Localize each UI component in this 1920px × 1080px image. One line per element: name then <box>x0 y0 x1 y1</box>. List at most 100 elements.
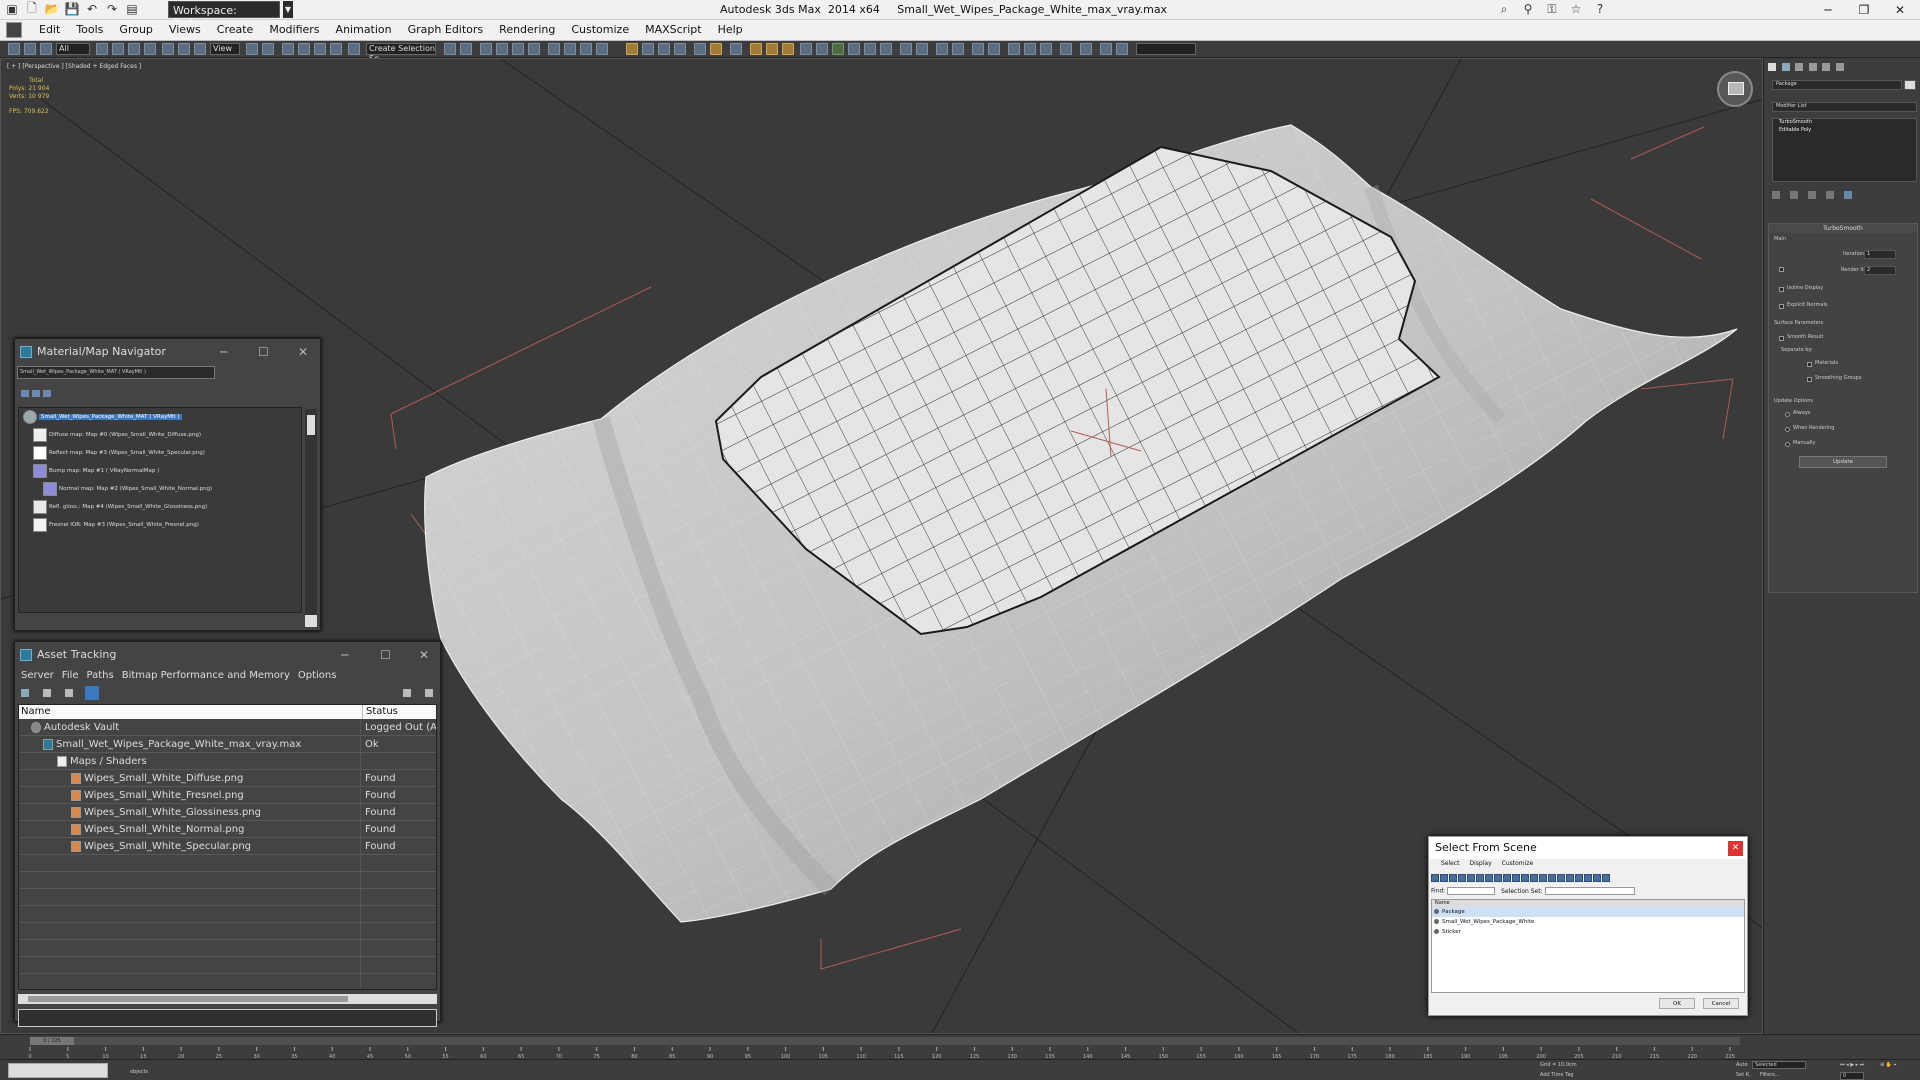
key-icon[interactable]: ⚿ <box>1544 1 1560 17</box>
render-icon[interactable] <box>596 43 608 55</box>
hierarchy-tab-icon[interactable] <box>1795 63 1803 71</box>
window-titlebar[interactable]: Material/Map Navigator ─ ☐ ✕ <box>15 339 320 365</box>
show-end-result-icon[interactable] <box>1790 191 1798 199</box>
isoline-checkbox[interactable] <box>1779 287 1784 292</box>
vray-proxy-icon[interactable] <box>674 43 686 55</box>
vray-exporter-icon[interactable] <box>952 43 964 55</box>
menu-rendering[interactable]: Rendering <box>492 23 564 36</box>
display-hidden-icon[interactable] <box>1530 874 1538 882</box>
display-helpers-icon[interactable] <box>1467 874 1475 882</box>
display-frozen-icon[interactable] <box>1521 874 1529 882</box>
display-groups-icon[interactable] <box>1485 874 1493 882</box>
make-unique-icon[interactable] <box>1808 191 1816 199</box>
menu-create[interactable]: Create <box>210 23 263 36</box>
save-icon[interactable]: 💾 <box>64 1 80 17</box>
menu-views[interactable]: Views <box>162 23 210 36</box>
list-item[interactable]: Small_Wet_Wipes_Package_White <box>1432 917 1744 927</box>
navigator-scrollbar[interactable] <box>305 409 317 627</box>
menu-group[interactable]: Group <box>112 23 162 36</box>
tree-item-map[interactable]: Reflect map: Map #3 (Wipes_Small_White_S… <box>33 444 205 462</box>
redo-icon[interactable]: ↷ <box>104 1 120 17</box>
explicit-normals-checkbox[interactable] <box>1779 304 1784 309</box>
vray-sun-icon[interactable] <box>710 43 722 55</box>
scene-object-list[interactable]: Name Package Small_Wet_Wipes_Package_Whi… <box>1431 899 1745 993</box>
horizontal-scrollbar[interactable] <box>18 994 437 1004</box>
select-manipulate-icon[interactable] <box>262 43 274 55</box>
modifier-stack[interactable]: TurboSmooth Editable Poly <box>1772 118 1917 182</box>
options-icon[interactable] <box>425 689 433 697</box>
checkout-icon[interactable] <box>43 689 51 697</box>
asset-table[interactable]: Name Status Autodesk Vault Logged Out (A s… <box>18 704 437 990</box>
vray-material-icon[interactable] <box>658 43 670 55</box>
column-name[interactable]: Name <box>21 705 51 719</box>
update-button[interactable]: Update <box>1799 456 1887 468</box>
vray-frame-buffer-icon[interactable] <box>642 43 654 55</box>
tree-item-map[interactable]: Normal map: Map #2 (Wipes_Small_White_No… <box>43 480 212 498</box>
minimize-icon[interactable]: ─ <box>341 642 348 668</box>
set-key-button[interactable]: Set K. <box>1736 1072 1751 1078</box>
column-status[interactable]: Status <box>362 705 398 719</box>
display-shapes-icon[interactable] <box>1440 874 1448 882</box>
modify-tab-icon[interactable] <box>1781 63 1790 71</box>
configure-sets-icon[interactable] <box>1844 191 1852 199</box>
view-list-icon[interactable] <box>21 390 29 397</box>
view-icons-icon[interactable] <box>32 390 40 397</box>
schematic-view-icon[interactable] <box>528 43 540 55</box>
select-none-icon[interactable] <box>1575 874 1583 882</box>
chevron-down-icon[interactable]: ▼ <box>283 1 293 18</box>
display-cameras-icon[interactable] <box>1458 874 1466 882</box>
vray-icon[interactable] <box>626 43 638 55</box>
always-radio[interactable] <box>1785 412 1790 417</box>
render-setup-icon[interactable] <box>564 43 576 55</box>
pin-stack-icon[interactable] <box>1772 191 1780 199</box>
display-containers-icon[interactable] <box>1512 874 1520 882</box>
tree-item-root-material[interactable]: Small_Wet_Wipes_Package_White_MAT ( VRay… <box>23 408 182 426</box>
vray-dome-icon[interactable] <box>782 43 794 55</box>
table-row[interactable]: Maps / Shaders <box>19 753 436 770</box>
vray-options-icon[interactable] <box>936 43 948 55</box>
table-row[interactable]: Wipes_Small_White_Diffuse.png Found <box>19 770 436 787</box>
select-invert-icon[interactable] <box>1584 874 1592 882</box>
select-all-icon[interactable] <box>1566 874 1574 882</box>
angle-snap-icon[interactable] <box>298 43 310 55</box>
render-iters-checkbox[interactable] <box>1779 267 1784 272</box>
align-icon[interactable] <box>460 43 472 55</box>
smoothing-groups-checkbox[interactable] <box>1807 377 1812 382</box>
curve-editor-icon[interactable] <box>512 43 524 55</box>
hierarchy-mode-icon[interactable] <box>1602 874 1610 882</box>
vray-fur-icon[interactable] <box>800 43 812 55</box>
ref-coord-dropdown[interactable]: View <box>210 43 240 55</box>
link-icon[interactable] <box>24 43 36 55</box>
vray-sky-icon[interactable] <box>916 43 928 55</box>
open-file-icon[interactable]: 📂 <box>44 1 60 17</box>
iterations-spinner[interactable]: 1 <box>1864 250 1896 259</box>
mirror-icon[interactable] <box>444 43 456 55</box>
when-rendering-radio[interactable] <box>1785 427 1790 432</box>
layer-manager-icon[interactable] <box>480 43 492 55</box>
restore-icon[interactable]: ❐ <box>1846 0 1882 20</box>
add-time-tag-button[interactable]: Add Time Tag <box>1540 1072 1574 1078</box>
snap-icon[interactable] <box>282 43 294 55</box>
walkthrough-icon[interactable] <box>1080 43 1092 55</box>
minimize-icon[interactable]: ─ <box>220 339 227 365</box>
maximize-icon[interactable]: ☐ <box>380 642 391 668</box>
display-tab-icon[interactable] <box>1822 63 1830 71</box>
asset-path-field[interactable] <box>18 1009 437 1027</box>
dialog-titlebar[interactable]: Select From Scene <box>1429 837 1747 859</box>
search-icon[interactable]: ⌕ <box>1496 1 1512 17</box>
object-name-field[interactable]: Package <box>1772 80 1902 90</box>
display-none-icon[interactable] <box>1548 874 1556 882</box>
help-icon[interactable] <box>403 689 411 697</box>
list-item[interactable]: Package <box>1432 907 1744 917</box>
table-view-icon[interactable] <box>85 686 99 700</box>
object-color-swatch[interactable] <box>1904 80 1916 90</box>
table-row[interactable]: Wipes_Small_White_Normal.png Found <box>19 821 436 838</box>
select-object-icon[interactable] <box>96 43 108 55</box>
snapshot-icon[interactable] <box>1008 43 1020 55</box>
vray-ies-icon[interactable] <box>766 43 778 55</box>
vray-sphere-icon[interactable] <box>730 43 742 55</box>
vray-displacement-icon[interactable] <box>832 43 844 55</box>
table-row[interactable]: Autodesk VaultLogged Out (Ass... <box>19 719 436 736</box>
smooth-result-checkbox[interactable] <box>1779 336 1784 341</box>
max-logo-icon[interactable] <box>6 22 22 38</box>
